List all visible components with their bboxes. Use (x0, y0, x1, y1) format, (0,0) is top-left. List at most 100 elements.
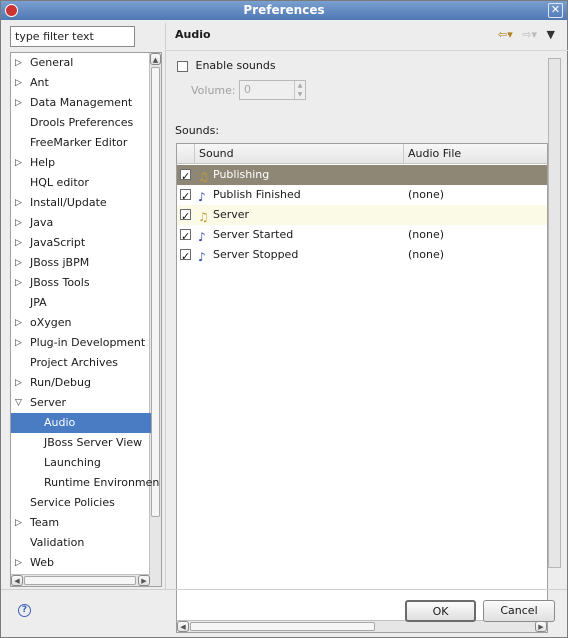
tree-item[interactable]: ▷ JBoss jBPM (11, 253, 151, 273)
collapsed-arrow-icon[interactable]: ▷ (15, 153, 22, 173)
column-header-audio-file[interactable]: Audio File (404, 144, 547, 164)
tree-item[interactable]: Service Policies (11, 493, 151, 513)
collapsed-arrow-icon[interactable]: ▷ (15, 373, 22, 393)
tree-item-label: HQL editor (30, 176, 89, 189)
preferences-window: Preferences ✕ type filter text ▲ ▼ ◀ ▶ ▷… (0, 0, 568, 638)
tree-item-label: Validation (30, 536, 85, 549)
checkbox-icon[interactable] (177, 60, 188, 72)
tree-item[interactable]: ▷ JBoss Tools (11, 273, 151, 293)
row-checkbox[interactable] (180, 247, 191, 267)
tree-item-label: JBoss Server View (44, 436, 143, 449)
sound-name: Publish Finished (213, 188, 301, 201)
tree-item-label: Run/Debug (30, 376, 91, 389)
tree-item[interactable]: Audio (11, 413, 151, 433)
tree-item[interactable]: ▷ Data Management (11, 93, 151, 113)
volume-spinner[interactable]: 0 ▲ ▼ (239, 80, 306, 100)
page-vertical-scrollbar[interactable] (548, 58, 561, 568)
tree-item[interactable]: ▷ Help (11, 153, 151, 173)
tree-item-label: JavaScript (30, 236, 86, 249)
music-note-icon: ♪ (198, 190, 206, 204)
row-checkbox[interactable] (180, 227, 191, 247)
scroll-right-icon[interactable]: ▶ (138, 575, 150, 586)
sounds-label: Sounds: (175, 124, 220, 137)
collapsed-arrow-icon[interactable]: ▷ (15, 513, 22, 533)
filter-input[interactable]: type filter text (10, 26, 135, 47)
collapsed-arrow-icon[interactable]: ▷ (15, 253, 22, 273)
tree-item-label: Ant (30, 76, 49, 89)
ok-button[interactable]: OK (405, 600, 476, 622)
cancel-button[interactable]: Cancel (483, 600, 555, 622)
expanded-arrow-icon[interactable]: ▽ (15, 393, 22, 413)
tree-horizontal-scrollbar[interactable]: ◀ ▶ (11, 574, 150, 586)
tree-item[interactable]: ▷ Web (11, 553, 151, 573)
collapsed-arrow-icon[interactable]: ▷ (15, 273, 22, 293)
table-row[interactable]: ♫ Server (177, 205, 547, 227)
collapsed-arrow-icon[interactable]: ▷ (15, 313, 22, 333)
spinner-arrows-icon[interactable]: ▲ ▼ (294, 81, 305, 99)
tree-item-label: Server (30, 396, 67, 409)
back-arrow-icon[interactable]: ⇦▾ (498, 28, 513, 41)
tree-item-label: JBoss jBPM (30, 256, 90, 269)
tree-item[interactable]: JPA (11, 293, 151, 313)
sound-name: Publishing (213, 168, 270, 181)
menu-dropdown-icon[interactable]: ▼ (547, 28, 555, 41)
table-row[interactable]: ♪ Server Stopped (none) (177, 245, 547, 267)
collapsed-arrow-icon[interactable]: ▷ (15, 73, 22, 93)
collapsed-arrow-icon[interactable]: ▷ (15, 93, 22, 113)
tree-item[interactable]: ▷ Run/Debug (11, 373, 151, 393)
volume-label: Volume: (191, 84, 236, 97)
table-row[interactable]: ♪ Publish Finished (none) (177, 185, 547, 207)
tree-item[interactable]: ▷ Install/Update (11, 193, 151, 213)
row-checkbox[interactable] (180, 187, 191, 207)
column-header-sound[interactable]: Sound (195, 144, 404, 164)
tree-item[interactable]: Runtime Environmen (11, 473, 159, 493)
tree-item-label: Data Management (30, 96, 133, 109)
enable-sounds-label: Enable sounds (195, 59, 276, 72)
tree-item-label: Launching (44, 456, 101, 469)
scroll-left-icon[interactable]: ◀ (11, 575, 23, 586)
scroll-thumb[interactable] (151, 67, 160, 517)
tree-item-label: Runtime Environmen (44, 476, 160, 489)
table-row[interactable]: ♪ Server Started (none) (177, 225, 547, 247)
table-header: Sound Audio File (177, 144, 547, 164)
tree-item[interactable]: ▷ General (11, 53, 151, 73)
table-row[interactable]: ♫ Publishing (177, 165, 547, 187)
scroll-thumb[interactable] (24, 576, 136, 585)
collapsed-arrow-icon[interactable]: ▷ (15, 213, 22, 233)
tree-item[interactable]: JBoss Server View (11, 433, 151, 453)
tree-item[interactable]: Launching (11, 453, 151, 473)
collapsed-arrow-icon[interactable]: ▷ (15, 333, 22, 353)
collapsed-arrow-icon[interactable]: ▷ (15, 193, 22, 213)
tree-item[interactable]: Project Archives (11, 353, 151, 373)
help-icon[interactable]: ? (18, 604, 31, 617)
tree-item[interactable]: ▷ Team (11, 513, 151, 533)
scroll-left-icon[interactable]: ◀ (177, 621, 189, 632)
sounds-table: Sound Audio File ◀ ▶ ♫ Publishing ♪ Publish… (176, 143, 548, 633)
tree-item[interactable]: FreeMarker Editor (11, 133, 151, 153)
tree-item[interactable]: ▷ JavaScript (11, 233, 151, 253)
tree-item-label: Project Archives (30, 356, 119, 369)
collapsed-arrow-icon[interactable]: ▷ (15, 53, 22, 73)
tree-item[interactable]: HQL editor (11, 173, 151, 193)
close-icon[interactable]: ✕ (548, 3, 563, 18)
tree-item-label: Team (30, 516, 60, 529)
tree-item[interactable]: ▷ Java (11, 213, 151, 233)
music-note-icon: ♪ (198, 230, 206, 244)
forward-arrow-icon[interactable]: ⇨▾ (522, 28, 537, 41)
tree-item[interactable]: Drools Preferences (11, 113, 151, 133)
row-checkbox[interactable] (180, 167, 191, 187)
page-title: Audio (175, 28, 211, 41)
scroll-right-icon[interactable]: ▶ (535, 621, 547, 632)
tree-item[interactable]: ▷ oXygen (11, 313, 151, 333)
collapsed-arrow-icon[interactable]: ▷ (15, 233, 22, 253)
scroll-thumb[interactable] (190, 622, 375, 631)
tree-item-label: Plug-in Development (30, 336, 146, 349)
tree-item[interactable]: ▽ Server (11, 393, 151, 413)
scroll-up-icon[interactable]: ▲ (150, 53, 161, 65)
collapsed-arrow-icon[interactable]: ▷ (15, 553, 22, 573)
row-checkbox[interactable] (180, 207, 191, 227)
enable-sounds-checkbox[interactable]: Enable sounds (177, 59, 276, 72)
tree-item[interactable]: ▷ Ant (11, 73, 151, 93)
tree-item[interactable]: Validation (11, 533, 151, 553)
tree-item[interactable]: ▷ Plug-in Development (11, 333, 151, 353)
